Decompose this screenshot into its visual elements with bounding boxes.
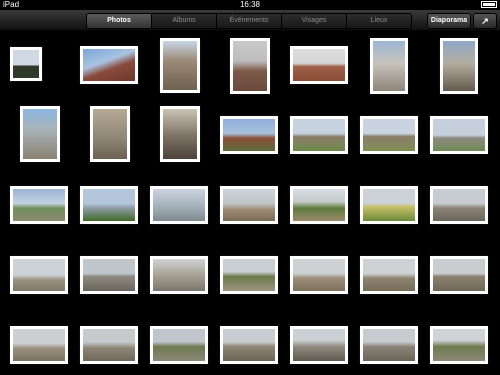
photo-thumbnail[interactable] <box>290 186 348 224</box>
photo-image <box>293 49 345 81</box>
photo-thumbnail[interactable] <box>80 256 138 294</box>
photo-thumbnail[interactable] <box>230 38 270 94</box>
photo-image <box>153 329 205 361</box>
photo-thumbnail[interactable] <box>360 256 418 294</box>
photo-thumbnail[interactable] <box>290 256 348 294</box>
photo-image <box>83 49 135 81</box>
photo-image <box>223 119 275 151</box>
photo-image <box>83 329 135 361</box>
photo-image <box>433 259 485 291</box>
photo-image <box>363 329 415 361</box>
photo-image <box>433 119 485 151</box>
photo-thumbnail[interactable] <box>150 186 208 224</box>
photo-thumbnail[interactable] <box>10 326 68 364</box>
photo-image <box>433 189 485 221</box>
photo-image <box>13 259 65 291</box>
photo-image <box>233 41 267 91</box>
photo-image <box>223 329 275 361</box>
photo-image <box>13 329 65 361</box>
photo-image <box>13 189 65 221</box>
toolbar: Photos Albums Événements Visages Lieux D… <box>0 10 500 31</box>
photo-thumbnail[interactable] <box>20 106 60 162</box>
photo-image <box>83 259 135 291</box>
tab-events[interactable]: Événements <box>217 14 282 28</box>
photo-image <box>293 119 345 151</box>
photo-thumbnail[interactable] <box>430 326 488 364</box>
photo-image <box>23 109 57 159</box>
photo-image <box>163 109 197 159</box>
tab-places[interactable]: Lieux <box>347 14 411 28</box>
photo-image <box>223 259 275 291</box>
photo-thumbnail[interactable] <box>80 186 138 224</box>
photo-image <box>363 259 415 291</box>
photo-grid <box>0 30 500 375</box>
photo-image <box>93 109 127 159</box>
photo-thumbnail[interactable] <box>440 38 478 94</box>
photo-thumbnail[interactable] <box>10 47 42 81</box>
slideshow-button[interactable]: Diaporama <box>427 13 471 29</box>
tab-faces[interactable]: Visages <box>282 14 347 28</box>
photo-thumbnail[interactable] <box>220 186 278 224</box>
photo-image <box>293 329 345 361</box>
photo-thumbnail[interactable] <box>80 46 138 84</box>
photo-image <box>443 41 475 91</box>
photo-thumbnail[interactable] <box>10 256 68 294</box>
photo-thumbnail[interactable] <box>220 256 278 294</box>
photo-image <box>13 50 39 78</box>
photo-thumbnail[interactable] <box>220 116 278 154</box>
clock: 16:38 <box>239 0 261 9</box>
photo-image <box>293 259 345 291</box>
photo-thumbnail[interactable] <box>290 46 348 84</box>
photo-image <box>163 41 197 90</box>
photo-thumbnail[interactable] <box>160 106 200 162</box>
photo-thumbnail[interactable] <box>430 256 488 294</box>
photo-image <box>223 189 275 221</box>
share-icon[interactable]: ↗ <box>473 13 497 29</box>
photo-image <box>153 189 205 221</box>
photo-thumbnail[interactable] <box>360 326 418 364</box>
photo-thumbnail[interactable] <box>430 186 488 224</box>
photo-image <box>373 41 405 91</box>
photo-image <box>293 189 345 221</box>
photo-image <box>83 189 135 221</box>
status-bar: iPad 16:38 <box>0 0 500 10</box>
view-segmented-control: Photos Albums Événements Visages Lieux <box>86 13 412 29</box>
photo-thumbnail[interactable] <box>290 326 348 364</box>
photo-image <box>363 189 415 221</box>
photo-thumbnail[interactable] <box>160 38 200 93</box>
photo-thumbnail[interactable] <box>290 116 348 154</box>
photo-thumbnail[interactable] <box>80 326 138 364</box>
photo-thumbnail[interactable] <box>150 256 208 294</box>
photo-image <box>153 259 205 291</box>
photo-image <box>433 329 485 361</box>
tab-photos[interactable]: Photos <box>87 14 152 28</box>
photo-thumbnail[interactable] <box>360 186 418 224</box>
photo-thumbnail[interactable] <box>360 116 418 154</box>
photo-thumbnail[interactable] <box>150 326 208 364</box>
photo-thumbnail[interactable] <box>370 38 408 94</box>
tab-albums[interactable]: Albums <box>152 14 217 28</box>
battery-icon <box>479 0 497 10</box>
photo-thumbnail[interactable] <box>220 326 278 364</box>
photo-thumbnail[interactable] <box>430 116 488 154</box>
photo-thumbnail[interactable] <box>10 186 68 224</box>
photo-image <box>363 119 415 151</box>
photo-thumbnail[interactable] <box>90 106 130 162</box>
